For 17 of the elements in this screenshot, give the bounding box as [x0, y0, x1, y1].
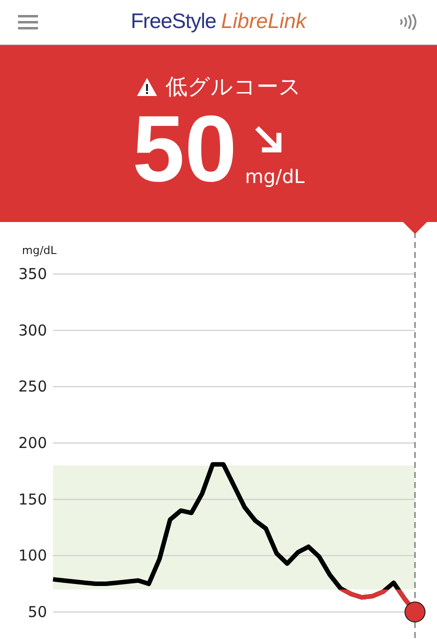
warning-icon	[136, 77, 158, 97]
nfc-icon[interactable]	[398, 14, 419, 30]
unit-text: mg/dL	[244, 166, 305, 188]
alert-title: 低グルコース	[166, 74, 302, 102]
y-axis-label: 300	[18, 321, 47, 340]
y-axis-label: 350	[18, 265, 47, 283]
current-reading-dot	[404, 602, 426, 622]
logo-brand-text: FreeStyle	[130, 10, 216, 34]
logo-product-text: LibreLink	[221, 10, 306, 34]
y-axis-label: 150	[18, 490, 47, 508]
y-axis-label: 200	[18, 434, 47, 452]
y-axis-unit: mg/dL	[22, 244, 57, 257]
menu-icon[interactable]	[18, 14, 38, 30]
y-axis-label: 100	[18, 546, 47, 565]
glucose-value: 50	[132, 104, 237, 194]
y-axis-label: 50	[28, 603, 47, 621]
y-axis-label: 250	[18, 378, 47, 396]
